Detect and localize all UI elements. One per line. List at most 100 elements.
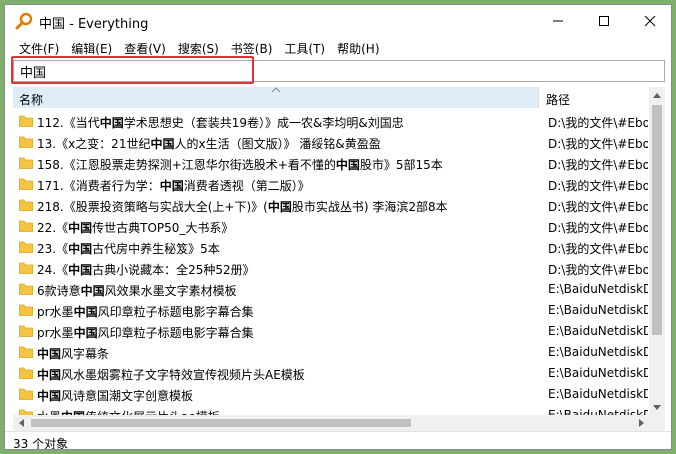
chevron-down-icon [653,404,661,410]
scrollbar-corner [649,415,665,431]
scroll-left-button[interactable] [13,415,29,431]
name-match: 中国 [267,200,292,214]
menu-search[interactable]: 搜索(S) [172,38,225,58]
window-title: 中国 - Everything [39,17,149,32]
folder-icon [19,304,33,316]
name-prefix: 171.《消费者行为学： [37,179,160,193]
file-name: 13.《x之变：21世纪中国人的x生活（图文版）》 潘绥铭&黄盈盈 [37,135,537,152]
menu-bookmarks[interactable]: 书签(B) [225,38,279,58]
name-suffix: 股市》5部15本 [359,158,443,172]
folder-icon [19,283,33,295]
table-row[interactable]: pr水墨中国风印章粒子标题电影字幕合集 E:\BaiduNetdiskDo [13,321,648,342]
name-match: 中国 [73,305,98,319]
table-row[interactable]: 23.《中国古代房中养生秘笈》5本 D:\我的文件\#Eboo [13,237,648,258]
menu-help[interactable]: 帮助(H) [331,38,385,58]
name-suffix: 风水墨烟雾粒子文字特效宣传视频片头AE模板 [61,368,305,382]
file-name: pr水墨中国风印章粒子标题电影字幕合集 [37,303,537,320]
name-prefix: 158.《江恩股票走势探测+江恩华尔街选股术+看不懂的 [37,158,336,172]
folder-icon [19,325,33,337]
table-row[interactable]: 22.《中国传世古典TOP50_大书系》 D:\我的文件\#Eboo [13,216,648,237]
name-suffix: 风印章粒子标题电影字幕合集 [97,326,254,340]
table-row[interactable]: 13.《x之变：21世纪中国人的x生活（图文版）》 潘绥铭&黄盈盈 D:\我的文件… [13,132,648,153]
table-row[interactable]: 水墨中国传统文化展示片头ae模板 E:\BaiduNetdiskDo [13,405,648,415]
magnifier-app-icon [15,12,33,30]
file-path: E:\BaiduNetdiskDo [548,282,648,296]
scroll-right-button[interactable] [633,415,649,431]
menu-view[interactable]: 查看(V) [118,38,172,58]
table-row[interactable]: 218.《股票投资策略与实战大全(上+下)》(中国股市实战丛书) 李海滨2部8本… [13,195,648,216]
name-prefix: 112.《当代 [37,116,100,130]
vertical-scrollbar[interactable] [649,87,665,415]
file-path: D:\我的文件\#Eboo [548,116,648,130]
minimize-button[interactable] [535,5,581,37]
name-match: 中国 [37,347,62,361]
name-match: 中国 [99,116,124,130]
file-path: E:\BaiduNetdiskDo [548,303,648,317]
close-button[interactable] [627,5,671,37]
column-header-path[interactable]: 路径 [540,87,648,108]
menu-bar: 文件(F) 编辑(E) 查看(V) 搜索(S) 书签(B) 工具(T) 帮助(H… [5,38,671,58]
file-name: 218.《股票投资策略与实战大全(上+下)》(中国股市实战丛书) 李海滨2部8本 [37,198,537,215]
search-box [13,60,665,82]
table-row[interactable]: 158.《江恩股票走势探测+江恩华尔街选股术+看不懂的中国股市》5部15本 D:\… [13,153,648,174]
file-path: D:\我的文件\#Eboo [548,242,648,256]
name-suffix: 风印章粒子标题电影字幕合集 [97,305,254,319]
maximize-icon [599,16,609,26]
horizontal-scroll-thumb[interactable] [31,419,411,427]
title-bar[interactable]: 中国 - Everything [5,5,671,37]
file-name: 24.《中国古典小说藏本：全25种52册》 [37,261,537,278]
name-suffix: 消费者透视（第二版）》 [183,179,310,193]
horizontal-scrollbar[interactable] [13,415,649,431]
table-row[interactable]: 中国风字幕条 E:\BaiduNetdiskDo [13,342,648,363]
folder-icon [19,241,33,253]
scroll-down-button[interactable] [649,399,665,415]
table-row[interactable]: 24.《中国古典小说藏本：全25种52册》 D:\我的文件\#Eboo [13,258,648,279]
column-header-path-label: 路径 [546,93,571,107]
table-row[interactable]: 中国风水墨烟雾粒子文字特效宣传视频片头AE模板 E:\BaiduNetdiskDo [13,363,648,384]
folder-icon [19,262,33,274]
folder-icon [19,220,33,232]
name-suffix: 股市实战丛书) 李海滨2部8本 [291,200,448,214]
vertical-scroll-thumb[interactable] [652,105,662,335]
name-match: 中国 [68,242,93,256]
menu-file[interactable]: 文件(F) [13,38,65,58]
name-suffix: 人的x生活（图文版）》 潘绥铭&黄盈盈 [174,137,381,151]
name-prefix: pr水墨 [37,326,74,340]
close-icon [644,15,656,27]
minimize-icon [553,20,563,22]
result-rows: 112.《当代中国学术思想史（套装共19卷）》成一农&李均明&刘国忠 D:\我的文… [13,111,648,415]
file-name: 6款诗意中国风效果水墨文字素材模板 [37,282,537,299]
name-match: 中国 [37,368,62,382]
file-name: 中国风诗意国潮文字创意模板 [37,387,537,404]
table-row[interactable]: 112.《当代中国学术思想史（套装共19卷）》成一农&李均明&刘国忠 D:\我的文… [13,111,648,132]
folder-icon [19,157,33,169]
file-name: 中国风字幕条 [37,345,537,362]
file-path: E:\BaiduNetdiskDo [548,345,648,359]
menu-edit[interactable]: 编辑(E) [65,38,118,58]
name-match: 中国 [68,221,93,235]
file-path: D:\我的文件\#Eboo [548,200,648,214]
folder-icon [19,115,33,127]
maximize-button[interactable] [581,5,627,37]
table-row[interactable]: pr水墨中国风印章粒子标题电影字幕合集 E:\BaiduNetdiskDo [13,300,648,321]
table-row[interactable]: 171.《消费者行为学：中国消费者透视（第二版）》 D:\我的文件\#Eboo [13,174,648,195]
name-match: 中国 [335,158,360,172]
file-path: D:\我的文件\#Eboo [548,221,648,235]
search-input[interactable] [14,61,664,81]
menu-tools[interactable]: 工具(T) [278,38,331,58]
table-row[interactable]: 6款诗意中国风效果水墨文字素材模板 E:\BaiduNetdiskDo [13,279,648,300]
file-path: D:\我的文件\#Eboo [548,179,648,193]
name-match: 中国 [68,263,93,277]
scroll-up-button[interactable] [649,87,665,103]
status-bar: 33 个对象 [5,431,671,449]
column-header-name-label: 名称 [19,93,44,107]
name-prefix: 24.《 [37,263,69,277]
name-prefix: 23.《 [37,242,69,256]
table-row[interactable]: 中国风诗意国潮文字创意模板 E:\BaiduNetdiskDo [13,384,648,405]
file-path: D:\我的文件\#Eboo [548,263,648,277]
folder-icon [19,136,33,148]
file-path: D:\我的文件\#Eboo [548,158,648,172]
name-match: 中国 [150,137,175,151]
name-prefix: 13.《x之变：21世纪 [37,137,151,151]
name-prefix: 22.《 [37,221,69,235]
